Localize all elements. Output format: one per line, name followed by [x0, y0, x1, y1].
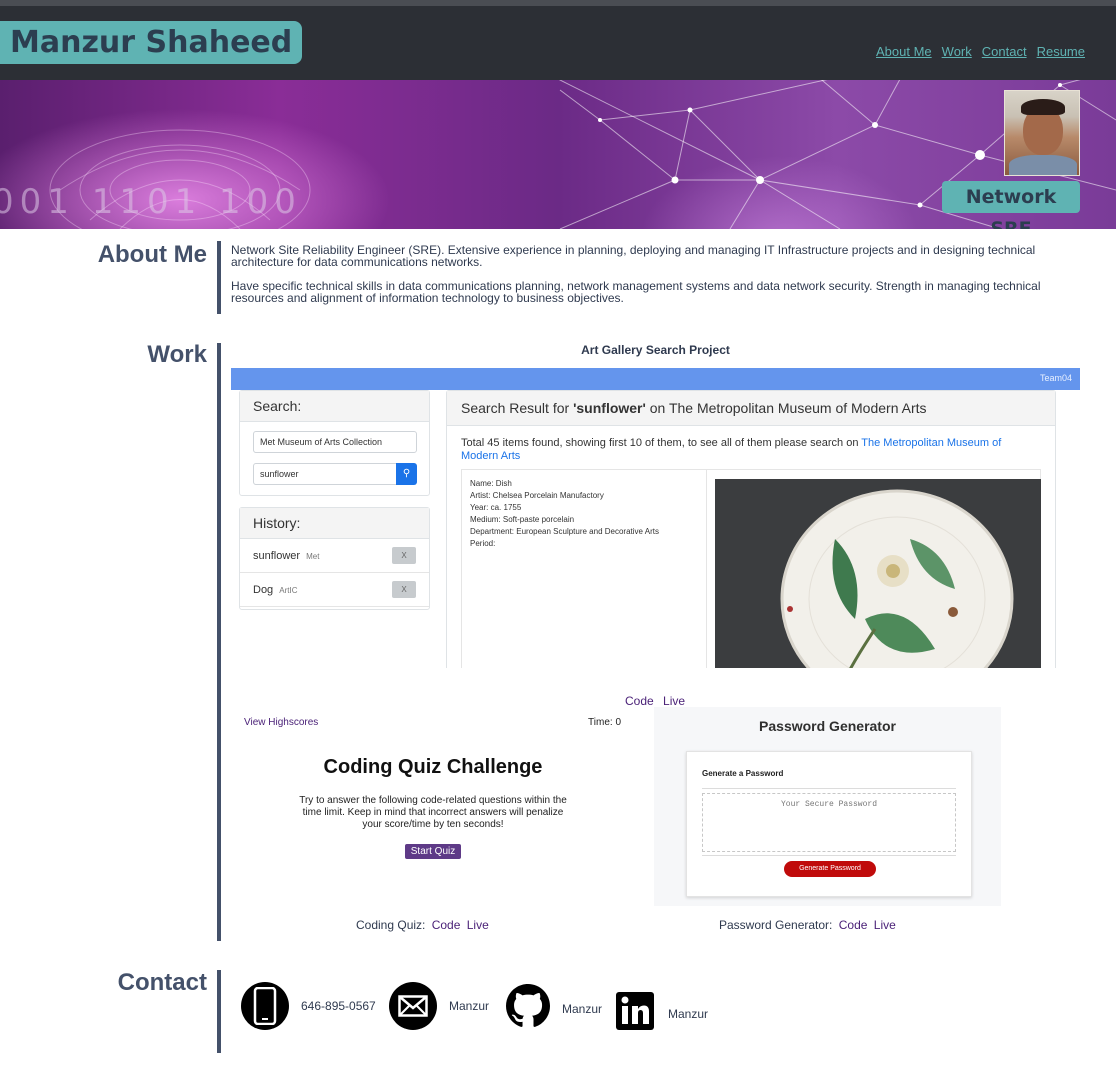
history-source: Met	[306, 552, 320, 561]
pw-card-title: Generate a Password	[702, 769, 784, 778]
remove-history-button: X	[392, 581, 416, 598]
history-panel: History: sunflower Met X Dog ArtIC X	[239, 507, 430, 610]
results-panel: Search Result for 'sunflower' on The Met…	[446, 390, 1056, 668]
artwork-image	[715, 479, 1041, 668]
contact-divider	[217, 970, 221, 1053]
team-label: Team04	[1039, 373, 1072, 383]
art-project-links: Code Live	[625, 694, 691, 708]
artwork-details: Name: Dish Artist: Chelsea Porcelain Man…	[470, 479, 659, 548]
contact-github-label: Manzur	[562, 1001, 603, 1016]
contact-email[interactable]: Manzur	[389, 982, 489, 1030]
contact-phone-label: 646-895-0567	[301, 999, 376, 1013]
role-badge: Network SRE	[942, 181, 1080, 229]
work-divider	[217, 343, 221, 941]
search-input: sunflower	[253, 463, 397, 485]
github-icon	[506, 984, 550, 1033]
site-header: Manzur Shaheed About Me Work Contact Res…	[0, 6, 1116, 80]
search-icon: ⚲	[396, 463, 417, 485]
contact-heading: Contact	[117, 969, 207, 996]
mail-icon	[389, 982, 437, 1030]
history-term: sunflower	[253, 550, 301, 562]
about-divider	[217, 241, 221, 314]
quiz-code-link[interactable]: Code	[432, 918, 461, 932]
contact-linkedin-label: Manzur	[668, 1006, 709, 1021]
generate-password-button: Generate Password	[784, 861, 876, 877]
nav-work[interactable]: Work	[942, 44, 972, 59]
password-caption: Password Generator: Code Live	[719, 918, 896, 932]
history-panel-title: History:	[240, 508, 429, 539]
result-card: Name: Dish Artist: Chelsea Porcelain Man…	[461, 469, 1041, 668]
quiz-title: Coding Quiz Challenge	[323, 756, 543, 778]
quiz-caption: Coding Quiz: Code Live	[356, 918, 489, 932]
history-item: Dog ArtIC X	[240, 573, 429, 607]
pw-title: Password Generator	[759, 718, 896, 734]
view-highscores-link: View Highscores	[244, 717, 319, 728]
quiz-description: Try to answer the following code-related…	[299, 795, 567, 830]
quiz-live-link[interactable]: Live	[467, 918, 489, 932]
pw-card: Generate a Password Your Secure Password…	[686, 751, 972, 897]
banner-binary-text: 001 1101 100	[0, 182, 302, 222]
art-project-title: Art Gallery Search Project	[581, 343, 730, 357]
search-panel: Search: Met Museum of Arts Collection su…	[239, 390, 430, 496]
art-code-link[interactable]: Code	[625, 694, 654, 708]
history-term: Dog	[253, 584, 274, 596]
contact-linkedin[interactable]: Manzur	[616, 992, 708, 1035]
about-text: Network Site Reliability Engineer (SRE).…	[231, 244, 1061, 304]
hero-banner: 001 1101 100 Network SRE	[0, 80, 1116, 229]
about-paragraph: Have specific technical skills in data c…	[231, 279, 1041, 305]
results-summary: Total 45 items found, showing first 10 o…	[461, 437, 1002, 462]
work-heading: Work	[147, 341, 207, 368]
linkedin-icon	[616, 992, 654, 1035]
contact-phone[interactable]: 646-895-0567	[241, 982, 376, 1030]
about-heading: About Me	[97, 241, 207, 268]
about-paragraph: Network Site Reliability Engineer (SRE).…	[231, 243, 1036, 269]
password-code-link[interactable]: Code	[839, 918, 868, 932]
contact-email-label: Manzur	[449, 999, 490, 1013]
password-live-link[interactable]: Live	[874, 918, 896, 932]
collection-select: Met Museum of Arts Collection	[253, 431, 417, 453]
start-quiz-button: Start Quiz	[405, 844, 461, 859]
search-panel-title: Search:	[240, 391, 429, 422]
main-nav: About Me Work Contact Resume	[876, 44, 1085, 59]
contact-github[interactable]: Manzur	[506, 984, 602, 1033]
art-topbar: Team04	[231, 368, 1080, 390]
password-generator-screenshot[interactable]: Password Generator Generate a Password Y…	[654, 707, 1001, 906]
nav-resume[interactable]: Resume	[1037, 44, 1085, 59]
profile-photo	[1004, 90, 1080, 176]
coding-quiz-screenshot[interactable]: View Highscores Time: 0 Coding Quiz Chal…	[238, 710, 624, 902]
remove-history-button: X	[392, 547, 416, 564]
nav-about-me[interactable]: About Me	[876, 44, 932, 59]
site-name: Manzur Shaheed	[0, 21, 303, 64]
history-source: ArtIC	[279, 586, 298, 595]
art-gallery-screenshot[interactable]: Team04 Search: Met Museum of Arts Collec…	[231, 368, 1080, 668]
phone-icon	[241, 982, 289, 1030]
results-heading: Search Result for 'sunflower' on The Met…	[447, 391, 1055, 426]
quiz-timer: Time: 0	[588, 717, 621, 728]
history-item: sunflower Met X	[240, 539, 429, 573]
pw-output: Your Secure Password	[702, 793, 956, 852]
nav-contact[interactable]: Contact	[982, 44, 1027, 59]
art-live-link[interactable]: Live	[663, 694, 685, 708]
